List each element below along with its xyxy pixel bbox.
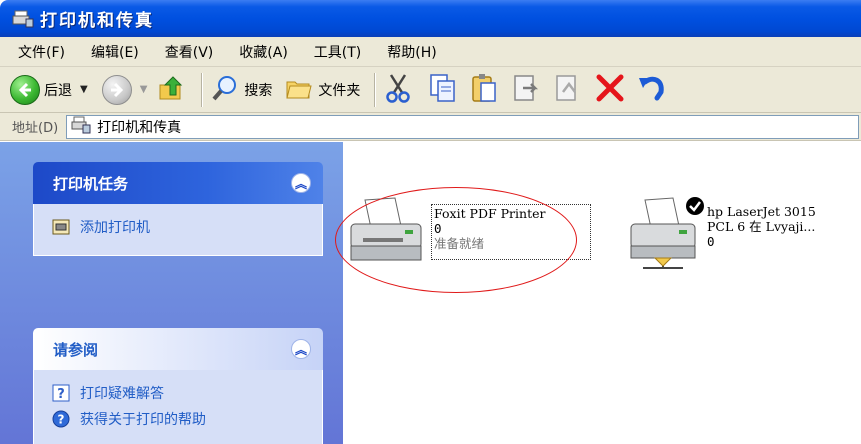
undo-icon	[637, 72, 667, 108]
address-value: 打印机和传真	[97, 119, 182, 136]
help-question-icon: ?	[52, 384, 70, 402]
move-to-icon	[511, 72, 541, 108]
printer-item-hp[interactable]: hp LaserJet 3015 PCL 6 在 Lvyaji... 0	[625, 196, 816, 280]
forward-button[interactable]: ▼	[101, 71, 148, 109]
move-to-button[interactable]	[511, 71, 541, 109]
forward-arrow-icon	[101, 74, 132, 105]
folders-button[interactable]: 文件夹	[284, 71, 360, 109]
chevron-down-icon[interactable]: ▼	[80, 84, 88, 95]
collapse-chevron-icon[interactable]: ︽	[291, 339, 311, 359]
default-check-icon	[685, 196, 705, 220]
menu-favorites[interactable]: 收藏(A)	[239, 42, 288, 62]
paste-icon	[469, 72, 499, 108]
address-label: 地址(D)	[12, 121, 59, 136]
copy-to-icon	[553, 72, 583, 108]
svg-text:?: ?	[58, 413, 65, 427]
svg-text:?: ?	[57, 387, 65, 402]
chevron-down-icon[interactable]: ▼	[140, 84, 148, 95]
copy-to-button[interactable]	[553, 71, 583, 109]
up-folder-icon	[157, 73, 187, 107]
back-button[interactable]: 后退 ▼	[10, 71, 88, 109]
help-circle-icon: ?	[52, 410, 70, 428]
printer-tasks-panel: 打印机任务 ︽ 添加打印机	[33, 162, 323, 256]
copy-button[interactable]	[427, 71, 457, 109]
folders-icon	[284, 73, 314, 107]
search-label: 搜索	[244, 82, 273, 99]
menu-file[interactable]: 文件(F)	[18, 42, 65, 62]
search-icon	[210, 73, 240, 107]
add-printer-icon	[52, 218, 70, 236]
panel-title: 打印机任务	[53, 174, 129, 193]
title-bar[interactable]: 打印机和传真	[0, 0, 861, 37]
address-bar: 地址(D) 打印机和传真	[0, 113, 861, 141]
see-also-panel: 请参阅 ︽ ? 打印疑难解答 ? 获得关于打印的帮助	[33, 328, 323, 444]
panel-title: 请参阅	[53, 340, 99, 359]
printer-docs-count: 0	[707, 234, 715, 249]
printer-label-hp: hp LaserJet 3015 PCL 6 在 Lvyaji... 0	[707, 204, 816, 280]
menu-view[interactable]: 查看(V)	[165, 42, 214, 62]
menu-tools[interactable]: 工具(T)	[314, 42, 361, 62]
folders-label: 文件夹	[318, 82, 361, 99]
menu-bar: 文件(F) 编辑(E) 查看(V) 收藏(A) 工具(T) 帮助(H)	[0, 37, 861, 67]
back-label: 后退	[44, 82, 72, 99]
printer-tasks-body: 添加打印机	[33, 204, 323, 256]
printer-fax-icon	[71, 116, 91, 138]
toolbar-separator	[374, 72, 376, 107]
add-printer-link[interactable]: 添加打印机	[52, 214, 304, 240]
menu-edit[interactable]: 编辑(E)	[91, 42, 139, 62]
task-pane: 打印机任务 ︽ 添加打印机 请参阅 ︽ ? 打印疑难解答 ? 获得关于打印的帮助	[0, 142, 343, 444]
troubleshoot-label: 打印疑难解答	[80, 386, 164, 402]
paste-button[interactable]	[469, 71, 499, 109]
delete-x-icon	[595, 72, 625, 108]
copy-icon	[427, 72, 457, 108]
printer-fax-icon	[12, 9, 34, 29]
print-help-link[interactable]: ? 获得关于打印的帮助	[52, 406, 304, 432]
see-also-body: ? 打印疑难解答 ? 获得关于打印的帮助	[33, 370, 323, 444]
collapse-chevron-icon[interactable]: ︽	[291, 173, 311, 193]
toolbar: 后退 ▼ ▼ 搜索 文件夹	[0, 67, 861, 113]
print-help-label: 获得关于打印的帮助	[80, 412, 206, 428]
printer-icon	[625, 196, 705, 280]
menu-help[interactable]: 帮助(H)	[387, 42, 436, 62]
search-button[interactable]: 搜索	[210, 71, 272, 109]
address-input[interactable]: 打印机和传真	[66, 114, 859, 139]
delete-button[interactable]	[595, 71, 625, 109]
troubleshoot-link[interactable]: ? 打印疑难解答	[52, 380, 304, 406]
printer-tasks-header[interactable]: 打印机任务 ︽	[33, 162, 323, 204]
undo-button[interactable]	[637, 71, 667, 109]
window-title: 打印机和传真	[40, 11, 154, 31]
printer-name: hp LaserJet 3015	[707, 204, 816, 219]
see-also-header[interactable]: 请参阅 ︽	[33, 328, 323, 370]
printer-list[interactable]: Foxit PDF Printer 0 准备就绪 hp LaserJet 301…	[343, 142, 861, 444]
back-arrow-icon	[10, 74, 40, 105]
up-folder-button[interactable]	[157, 71, 187, 109]
cut-button[interactable]	[383, 71, 413, 109]
annotation-ellipse	[335, 187, 577, 293]
toolbar-separator	[201, 72, 203, 107]
add-printer-label: 添加打印机	[80, 220, 150, 236]
printer-location: PCL 6 在 Lvyaji...	[707, 219, 816, 234]
scissors-icon	[383, 72, 413, 108]
